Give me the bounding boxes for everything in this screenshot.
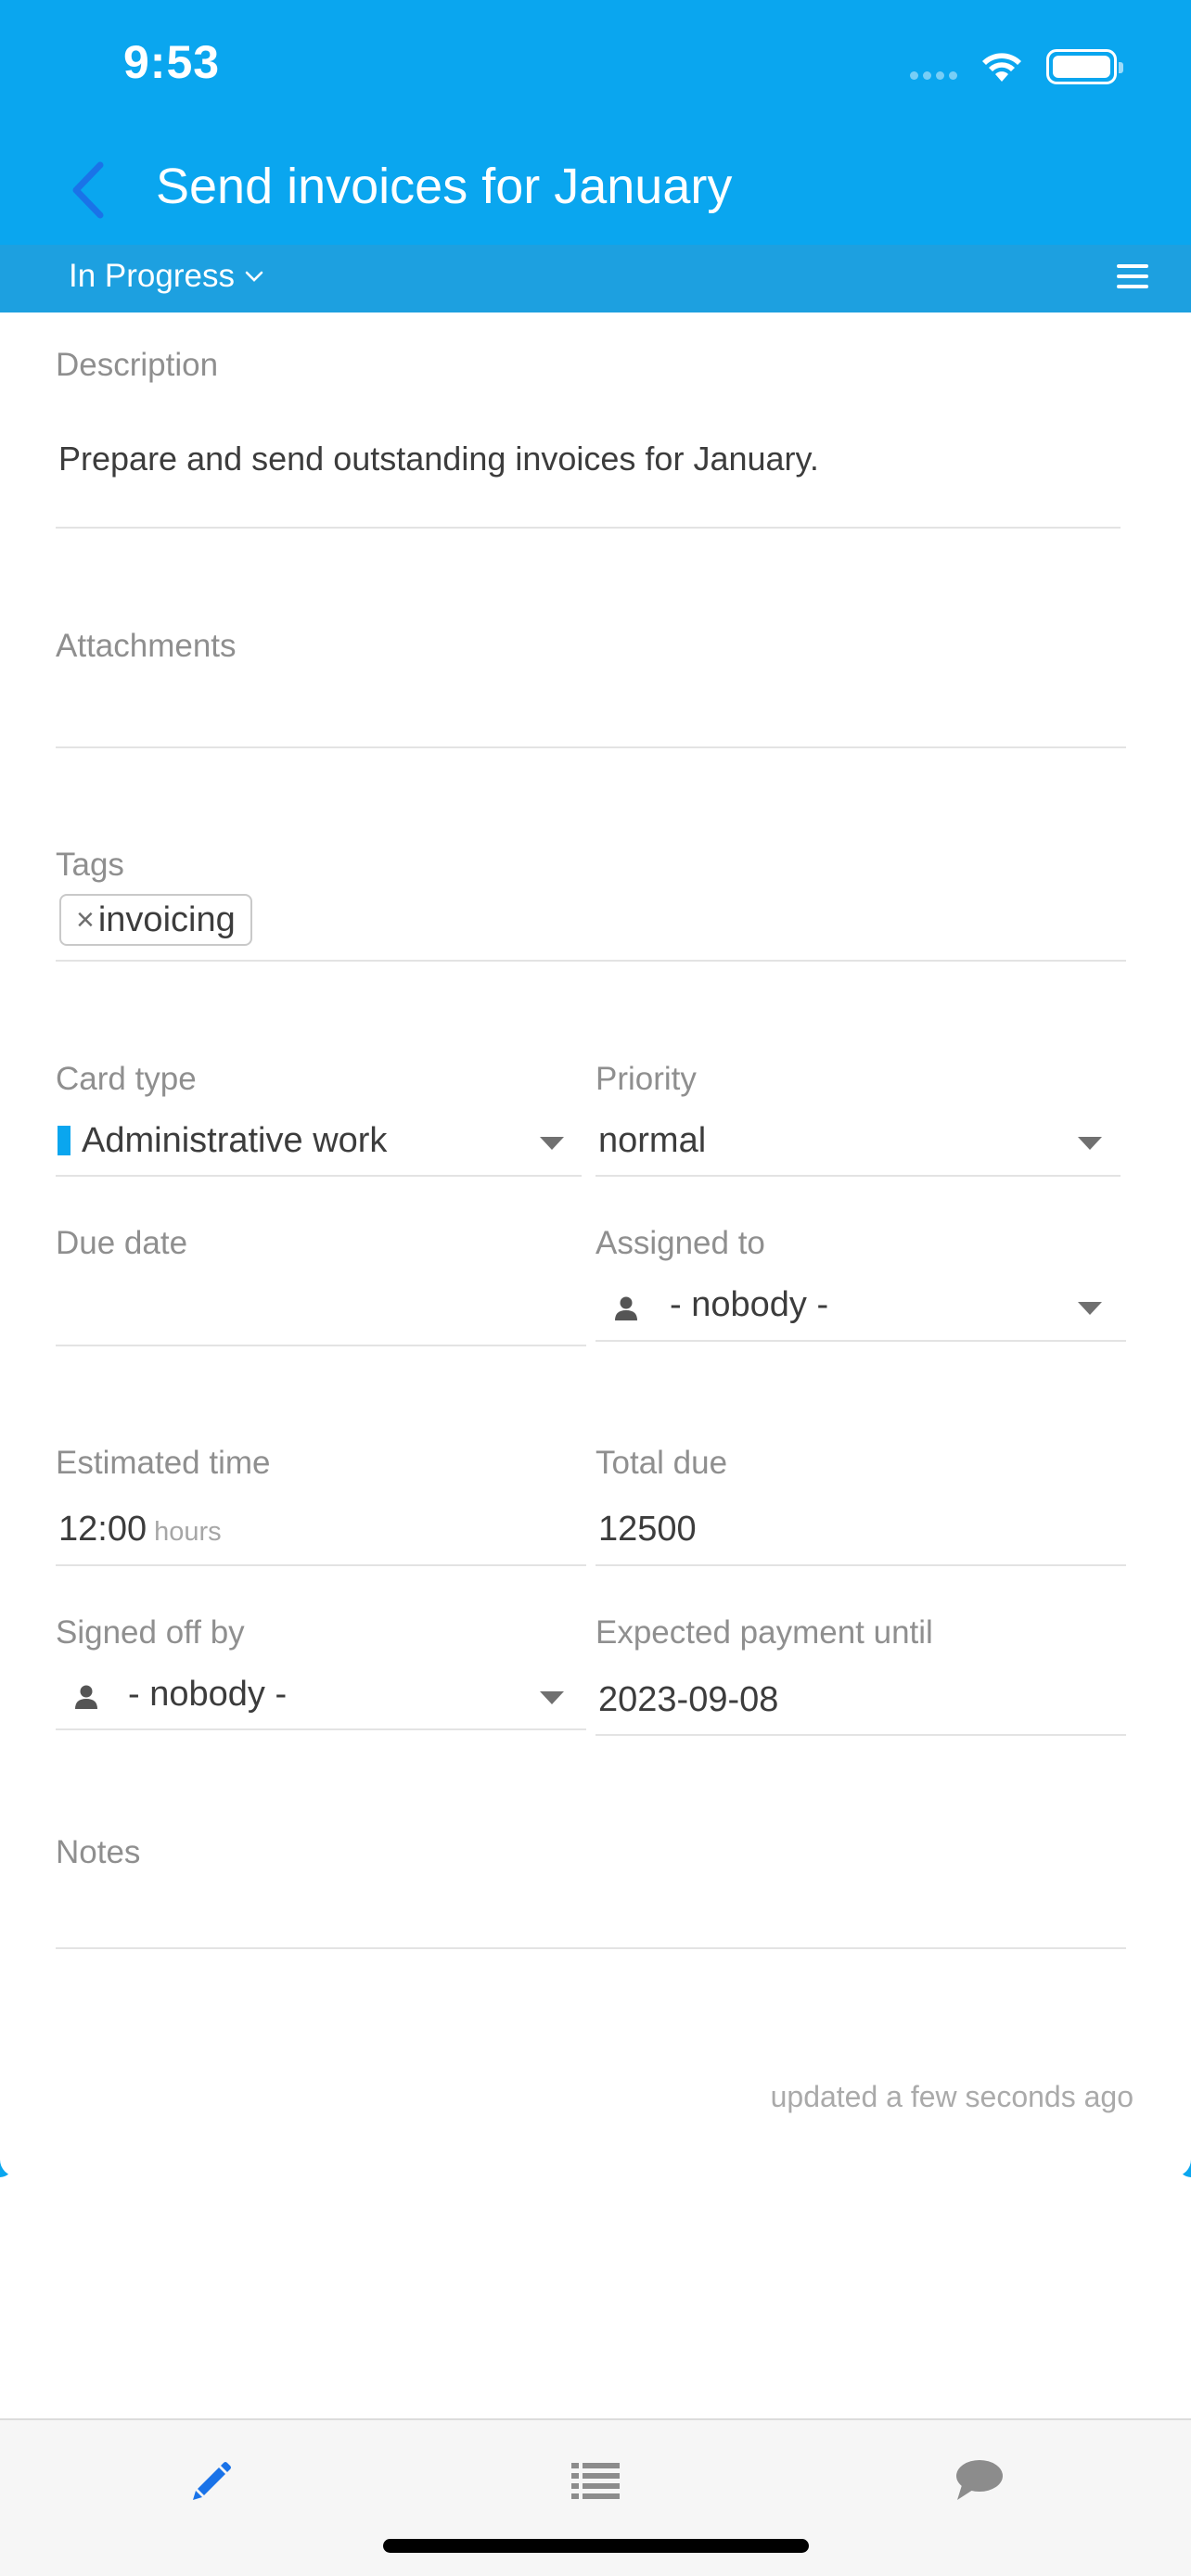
chevron-down-icon bbox=[245, 271, 263, 282]
expected-payment-label: Expected payment until bbox=[596, 1614, 933, 1651]
estimated-time-underline bbox=[56, 1564, 586, 1566]
workflow-status-dropdown[interactable]: In Progress bbox=[69, 258, 264, 295]
wifi-icon bbox=[982, 53, 1021, 82]
description-field[interactable]: Prepare and send outstanding invoices fo… bbox=[58, 440, 819, 478]
back-button[interactable] bbox=[61, 158, 113, 223]
total-due-field[interactable]: 12500 bbox=[598, 1510, 697, 1549]
estimated-time-value: 12:00 bbox=[58, 1510, 147, 1549]
page-title: Send invoices for January bbox=[156, 159, 733, 214]
pencil-icon bbox=[193, 2462, 231, 2500]
due-date-label: Due date bbox=[56, 1225, 188, 1261]
tags-input[interactable] bbox=[56, 960, 1126, 962]
assigned-to-dropdown[interactable] bbox=[596, 1340, 1126, 1342]
status-bar-time: 9:53 bbox=[123, 36, 221, 88]
card-type-dropdown[interactable] bbox=[56, 1175, 582, 1177]
total-due-underline bbox=[596, 1564, 1126, 1566]
expected-payment-underline bbox=[596, 1734, 1126, 1736]
card-type-dropdown-arrow-icon bbox=[540, 1137, 564, 1150]
signed-off-by-value: - nobody - bbox=[128, 1675, 288, 1714]
due-date-field[interactable] bbox=[56, 1345, 586, 1346]
attachments-label: Attachments bbox=[56, 628, 237, 664]
workflow-status-label: In Progress bbox=[69, 258, 235, 294]
remove-tag-icon[interactable]: × bbox=[76, 902, 95, 938]
priority-dropdown-arrow-icon bbox=[1078, 1137, 1102, 1150]
assigned-to-dropdown-arrow-icon bbox=[1078, 1302, 1102, 1315]
status-bar-icons bbox=[910, 46, 1123, 87]
estimated-time-label: Estimated time bbox=[56, 1445, 271, 1481]
card-type-label: Card type bbox=[56, 1061, 197, 1097]
priority-label: Priority bbox=[596, 1061, 697, 1097]
signed-off-by-dropdown[interactable] bbox=[56, 1728, 586, 1730]
description-underline bbox=[56, 527, 1121, 529]
attachments-field[interactable] bbox=[56, 746, 1126, 748]
tab-list[interactable] bbox=[563, 2448, 628, 2513]
home-indicator bbox=[383, 2539, 809, 2553]
signed-off-by-dropdown-arrow-icon bbox=[540, 1691, 564, 1704]
tag-label: invoicing bbox=[97, 899, 236, 939]
priority-value: normal bbox=[598, 1121, 707, 1160]
assigned-to-label: Assigned to bbox=[596, 1225, 765, 1261]
chevron-left-icon bbox=[72, 161, 104, 219]
total-due-label: Total due bbox=[596, 1445, 728, 1481]
expected-payment-field[interactable]: 2023-09-08 bbox=[598, 1680, 778, 1720]
priority-dropdown[interactable] bbox=[596, 1175, 1121, 1177]
tab-edit[interactable] bbox=[180, 2448, 245, 2513]
estimated-time-unit: hours bbox=[154, 1517, 222, 1547]
description-label: Description bbox=[56, 347, 219, 383]
assigned-to-value: - nobody - bbox=[670, 1285, 829, 1324]
signed-off-by-label: Signed off by bbox=[56, 1614, 245, 1651]
notes-label: Notes bbox=[56, 1834, 141, 1870]
person-icon bbox=[75, 1685, 97, 1709]
hamburger-icon bbox=[1117, 264, 1148, 268]
battery-icon bbox=[1046, 49, 1123, 84]
list-icon bbox=[571, 2463, 620, 2499]
person-icon bbox=[615, 1296, 637, 1320]
tags-label: Tags bbox=[56, 847, 124, 883]
last-updated-text: updated a few seconds ago bbox=[770, 2080, 1133, 2113]
card-type-value: Administrative work bbox=[82, 1121, 388, 1160]
tab-comments[interactable] bbox=[946, 2448, 1011, 2513]
notes-field[interactable] bbox=[56, 1947, 1126, 1949]
estimated-time-field[interactable]: 12:00 hours bbox=[58, 1510, 222, 1549]
menu-button[interactable] bbox=[1117, 261, 1148, 291]
cellular-signal-icon bbox=[910, 55, 957, 80]
chat-bubble-icon bbox=[956, 2460, 1003, 2500]
tag-chip: × invoicing bbox=[59, 894, 252, 946]
card-type-color-marker bbox=[58, 1126, 70, 1155]
